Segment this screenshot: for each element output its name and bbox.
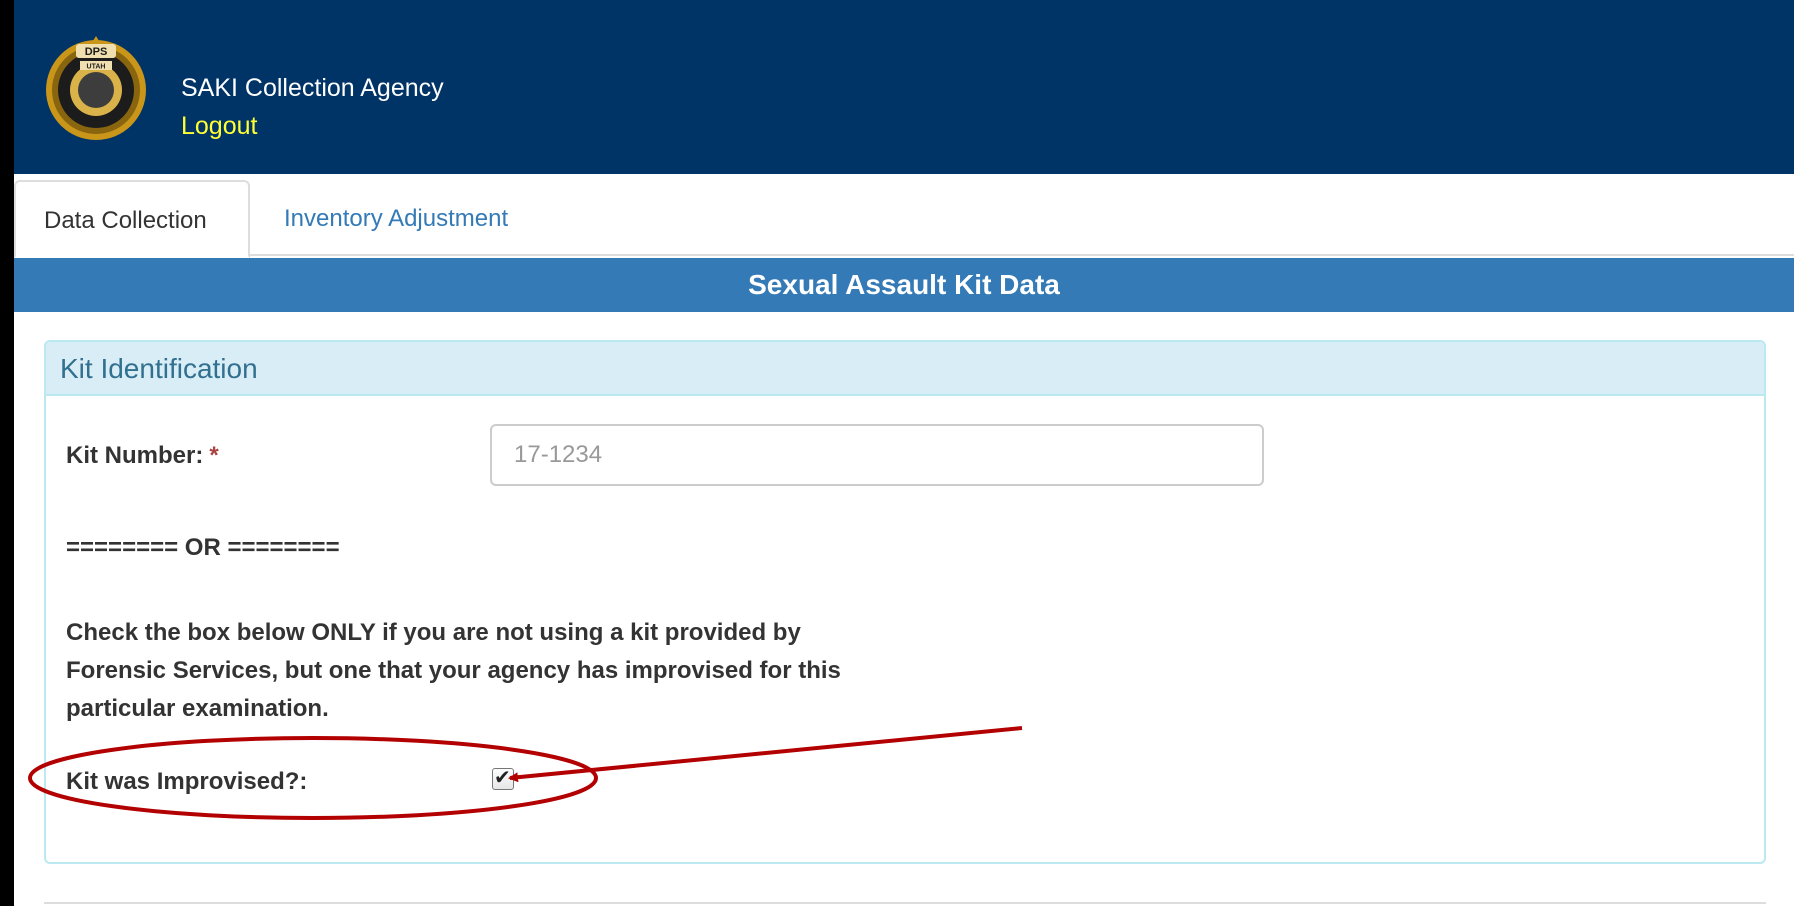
kit-number-input[interactable] — [490, 424, 1264, 486]
or-divider: ======== OR ======== — [66, 534, 340, 561]
kit-number-label: Kit Number: * — [66, 442, 219, 470]
screen: DPS UTAH SAKI Collection Agency Logout D… — [0, 0, 1794, 906]
logout-link[interactable]: Logout — [181, 112, 257, 141]
checkmark-icon: ✔ — [494, 767, 511, 789]
tab-inventory-adjustment[interactable]: Inventory Adjustment — [250, 180, 538, 258]
kit-identification-panel: Kit Identification Kit Number:* ========… — [44, 340, 1766, 864]
improvised-instructions: Check the box below ONLY if you are not … — [66, 619, 841, 722]
section-banner: Sexual Assault Kit Data — [14, 258, 1794, 312]
app-header: DPS UTAH SAKI Collection Agency Logout — [14, 0, 1794, 174]
required-indicator: * — [209, 442, 219, 469]
tab-data-collection[interactable]: Data Collection — [14, 180, 250, 258]
kit-improvised-checkbox[interactable]: ✔ — [492, 767, 514, 790]
page: DPS UTAH SAKI Collection Agency Logout D… — [14, 0, 1794, 906]
svg-text:UTAH: UTAH — [87, 64, 106, 71]
dps-badge-logo: DPS UTAH — [46, 36, 146, 140]
svg-text:DPS: DPS — [85, 46, 108, 58]
panel-heading: Kit Identification — [46, 342, 1764, 396]
kit-improvised-label: Kit was Improvised?: — [66, 768, 308, 795]
kit-number-label-text: Kit Number: — [66, 442, 204, 469]
agency-name: SAKI Collection Agency — [181, 74, 444, 102]
divider — [44, 902, 1766, 904]
tab-bar: Data Collection Inventory Adjustment — [14, 174, 1794, 258]
